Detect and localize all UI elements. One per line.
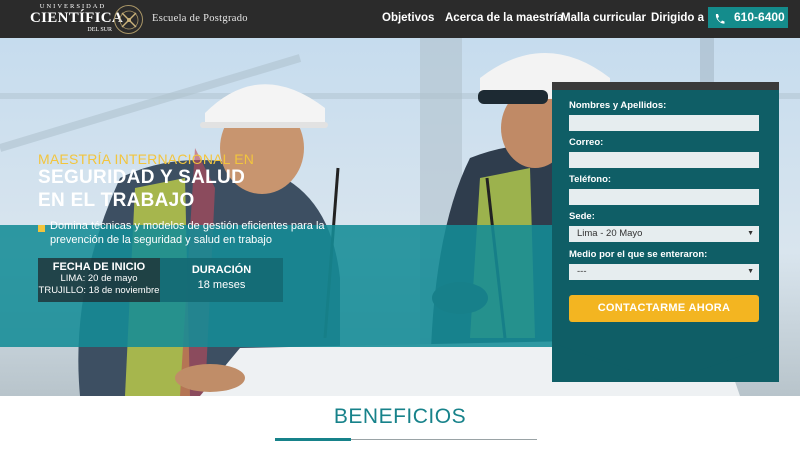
phone-input[interactable] [569, 189, 759, 205]
duration-title: DURACIÓN [191, 264, 252, 276]
nav-acerca-maestria[interactable]: Acerca de la maestría [445, 0, 563, 38]
university-logo[interactable]: UNIVERSIDAD CIENTÍFICA DEL SUR [30, 3, 124, 35]
medio-select[interactable]: --- ▼ [569, 264, 759, 280]
start-date-box: FECHA DE INICIO LIMA: 20 de mayo TRUJILL… [38, 258, 160, 302]
chevron-down-icon: ▼ [747, 268, 754, 275]
school-name: Escuela de Postgrado [152, 13, 248, 24]
email-input[interactable] [569, 152, 759, 168]
sede-select[interactable]: Lima - 20 Mayo ▼ [569, 226, 759, 242]
email-label: Correo: [569, 137, 604, 148]
program-title-line2: SEGURIDAD Y SALUD [38, 167, 246, 188]
bullet-square-icon [38, 225, 45, 232]
phone-icon [714, 11, 725, 32]
duration-value: 18 meses [197, 279, 246, 291]
logo-text-main: CIENTÍFICA [30, 10, 124, 26]
chevron-down-icon: ▼ [747, 230, 754, 237]
start-date-lima: LIMA: 20 de mayo [60, 273, 138, 284]
nav-malla-curricular[interactable]: Malla curricular [561, 0, 646, 38]
duration-box: DURACIÓN 18 meses [160, 258, 283, 302]
heading-underline [351, 439, 537, 440]
medio-label: Medio por el que se enteraron: [569, 249, 708, 260]
program-description: Domina técnicas y modelos de gestión efi… [50, 220, 325, 246]
start-date-title: FECHA DE INICIO [52, 261, 146, 273]
phone-label: Teléfono: [569, 174, 612, 185]
nav-objetivos[interactable]: Objetivos [382, 0, 434, 38]
phone-number: 610-6400 [734, 10, 785, 24]
logo-text-bottom: DEL SUR [87, 27, 112, 33]
form-top-strip [552, 82, 779, 90]
heading-underline-accent [275, 438, 351, 441]
sede-label: Sede: [569, 211, 595, 222]
form-bottom-arrow [552, 343, 779, 382]
program-title-line1: MAESTRÍA INTERNACIONAL EN [38, 151, 255, 167]
contact-submit-button[interactable]: CONTACTARME AHORA [569, 295, 759, 322]
name-label: Nombres y Apellidos: [569, 100, 667, 111]
sede-selected-value: Lima - 20 Mayo [577, 228, 643, 239]
program-title-line3: EN EL TRABAJO [38, 190, 195, 211]
phone-button[interactable]: 610-6400 [708, 7, 788, 28]
nav-dirigido-a[interactable]: Dirigido a [651, 0, 704, 38]
benefits-heading: BENEFICIOS [333, 405, 467, 428]
top-navbar: UNIVERSIDAD CIENTÍFICA DEL SUR Escuela d… [0, 0, 800, 38]
name-input[interactable] [569, 115, 759, 131]
start-date-trujillo: TRUJILLO: 18 de noviembre [38, 285, 160, 296]
medio-selected-value: --- [577, 266, 587, 277]
university-seal-icon [114, 5, 143, 34]
